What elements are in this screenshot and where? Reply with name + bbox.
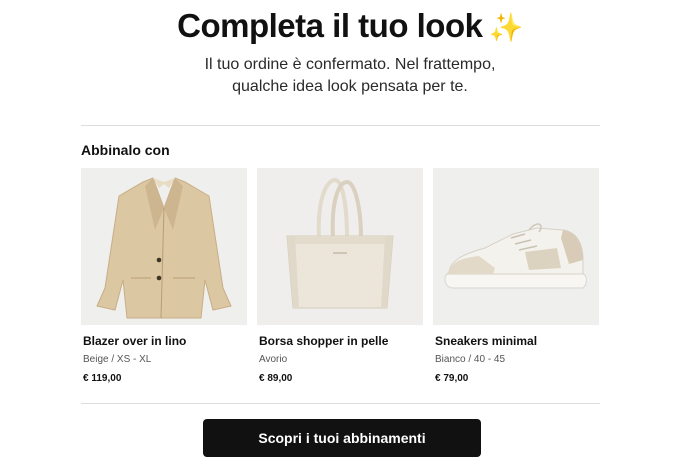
- confirmation-message: Il tuo ordine è confermato. Nel frattemp…: [150, 54, 550, 98]
- discover-matches-button[interactable]: Scopri i tuoi abbinamenti: [203, 419, 481, 457]
- confirmation-line-2: qualche idea look pensata per te.: [232, 78, 468, 95]
- section-title: Abbinalo con: [81, 142, 170, 158]
- product-card-sneakers[interactable]: Sneakers minimal Bianco / 40 - 45 € 79,0…: [433, 168, 599, 384]
- page-title-text: Completa il tuo look: [177, 7, 483, 44]
- blazer-icon: [81, 168, 247, 325]
- product-card-blazer[interactable]: Blazer over in lino Beige / XS - XL € 11…: [81, 168, 247, 384]
- product-image-bag[interactable]: [257, 168, 423, 325]
- product-image-blazer[interactable]: [81, 168, 247, 325]
- product-price: € 79,00: [435, 373, 469, 384]
- page-title: Completa il tuo look ✨: [0, 4, 700, 50]
- product-variant: Beige / XS - XL: [83, 354, 152, 365]
- top-divider: [81, 125, 600, 126]
- product-price: € 89,00: [259, 373, 293, 384]
- product-card-bag[interactable]: Borsa shopper in pelle Avorio € 89,00: [257, 168, 423, 384]
- confirmation-line-1: Il tuo ordine è confermato. Nel frattemp…: [204, 56, 496, 73]
- product-name[interactable]: Blazer over in lino: [83, 334, 186, 348]
- product-image-sneakers[interactable]: [433, 168, 599, 325]
- sneaker-icon: [433, 168, 599, 325]
- tote-bag-icon: [257, 168, 423, 325]
- sparkle-icon: ✨: [488, 12, 523, 43]
- bottom-divider: [81, 403, 600, 404]
- product-name[interactable]: Borsa shopper in pelle: [259, 334, 388, 348]
- product-name[interactable]: Sneakers minimal: [435, 334, 537, 348]
- product-price: € 119,00: [83, 373, 122, 384]
- product-variant: Bianco / 40 - 45: [435, 354, 506, 365]
- product-variant: Avorio: [259, 354, 288, 365]
